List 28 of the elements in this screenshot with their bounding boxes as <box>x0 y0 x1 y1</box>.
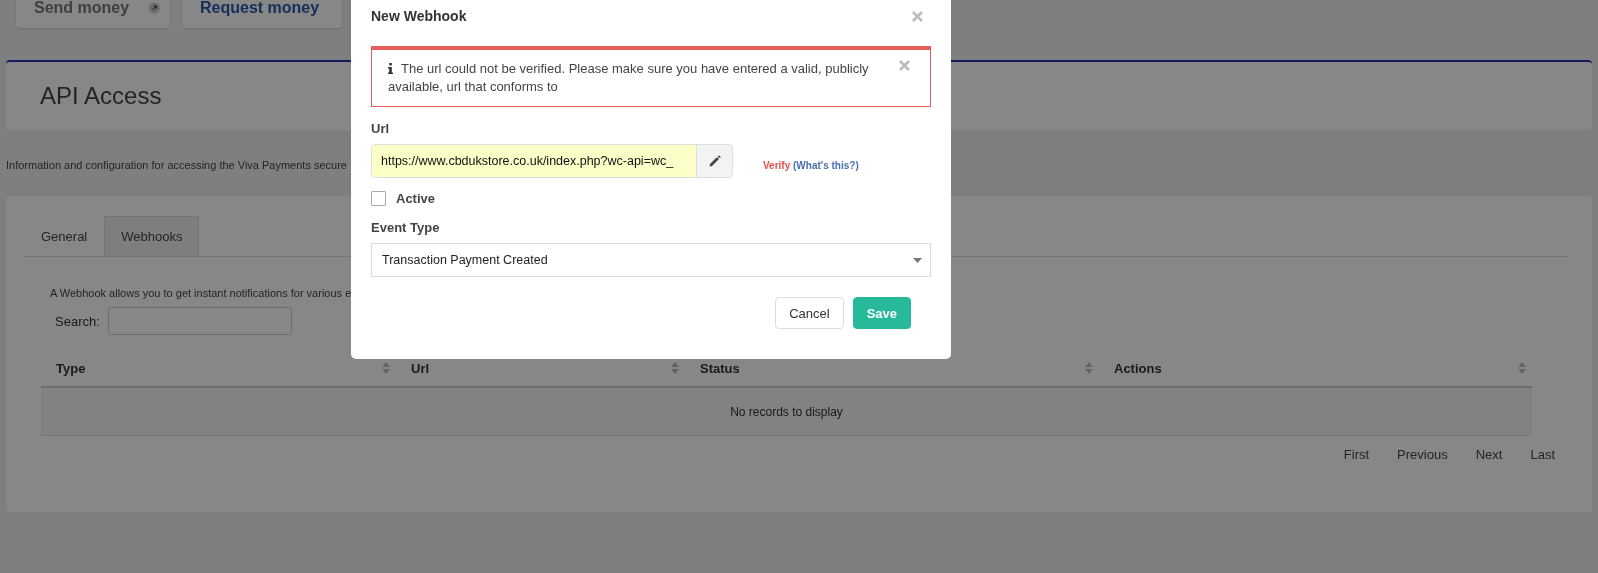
tab[interactable]: General <box>24 216 105 256</box>
dialog-title: New Webhook <box>371 8 467 24</box>
column-header[interactable]: Url <box>411 360 430 376</box>
webhooks-intro: A Webhook allows you to get instant notifications for various e <box>50 287 353 299</box>
url-label: Url <box>371 121 391 136</box>
search-label: Search: <box>55 313 100 329</box>
column-header[interactable]: Actions <box>1114 360 1162 376</box>
empty-table-message: No records to display <box>41 388 1532 436</box>
verify-link[interactable]: Verify <box>763 159 791 171</box>
page-description: Information and configuration for accessing the Viva Payments secure <box>6 159 347 173</box>
save-button[interactable]: Save <box>852 297 911 329</box>
url-input-group[interactable]: https://www.cbdukstore.co.uk/index.php?wc-api=wc_ <box>371 144 733 178</box>
pagination-link[interactable]: Previous <box>1397 447 1448 462</box>
event-type-label: Event Type <box>371 220 441 235</box>
active-label: Active <box>396 191 436 206</box>
send-money-button[interactable]: Send money <box>16 0 170 28</box>
tab[interactable]: Webhooks <box>104 216 200 256</box>
event-type-select[interactable]: Transaction Payment Created <box>371 243 931 277</box>
request-money-button[interactable]: Request money <box>182 0 342 28</box>
page-title: API Access <box>40 82 162 110</box>
alert-message: The url could not be verified. Please make sure you have entered a valid, publicly available, url that conforms to <box>388 60 870 96</box>
column-header[interactable]: Type <box>56 360 86 376</box>
column-header[interactable]: Status <box>700 360 740 376</box>
pagination-link[interactable]: First <box>1343 447 1370 462</box>
pagination-link[interactable]: Next <box>1475 447 1503 462</box>
cancel-button[interactable]: Cancel <box>775 297 844 329</box>
pagination-link[interactable]: Last <box>1530 447 1555 462</box>
whats-this-link[interactable]: (What's this?) <box>793 159 859 171</box>
